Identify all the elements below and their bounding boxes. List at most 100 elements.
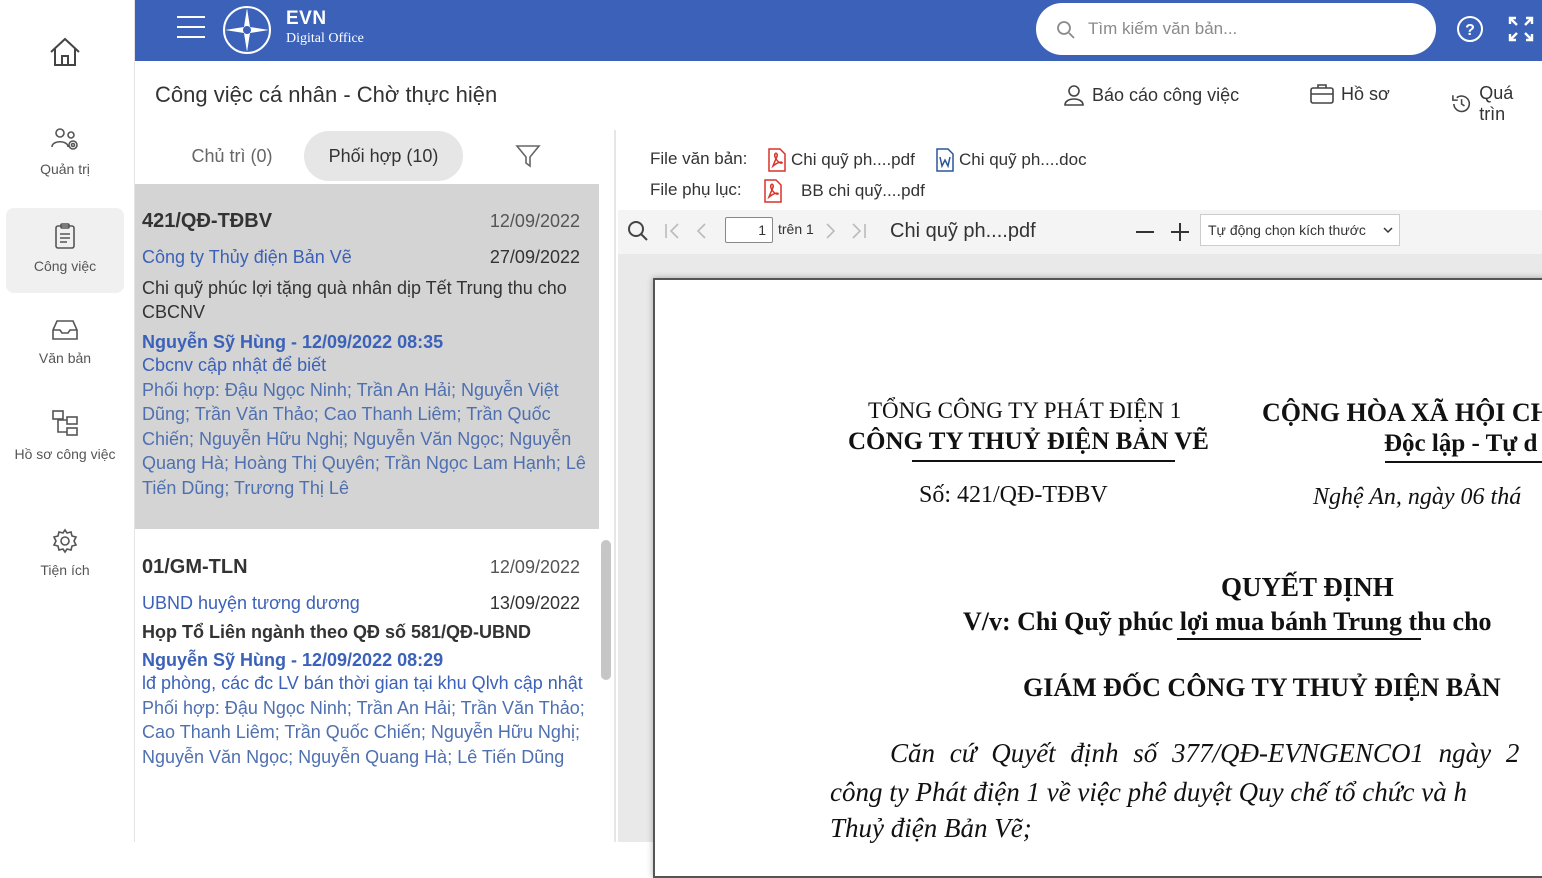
file-link-pdf[interactable]: Chi quỹ ph....pdf [767, 148, 915, 172]
pdf-icon [768, 148, 786, 172]
rail-label-admin: Quản trị [40, 161, 90, 177]
history-label: Quá trìn [1479, 83, 1514, 124]
doc-authority: GIÁM ĐỐC CÔNG TY THUỶ ĐIỆN BẢN [1023, 673, 1501, 702]
doc-type: QUYẾT ĐỊNH [1221, 572, 1394, 602]
doc-underline [1177, 638, 1421, 640]
history-button[interactable]: Quá trìn [1450, 83, 1542, 125]
task-due-date: 13/09/2022 [489, 593, 580, 613]
task-due-date: 27/09/2022 [489, 247, 580, 267]
zoom-out-icon[interactable] [1135, 222, 1155, 242]
task-coordinators: Phối hợp: Đậu Ngọc Ninh; Trần An Hải; Tr… [142, 697, 585, 767]
search-box[interactable] [1036, 3, 1436, 55]
next-page-icon[interactable] [824, 223, 836, 239]
page-number-input[interactable]: 1 [725, 217, 773, 243]
report-label: Báo cáo công việc [1092, 84, 1240, 105]
rail-label-documents: Văn bản [38, 350, 92, 366]
brand-title: EVN [286, 8, 327, 29]
file-link-attachment[interactable]: BB chi quỹ....pdf [763, 179, 925, 203]
task-date: 12/09/2022 [489, 557, 580, 577]
clipboard-icon [55, 223, 75, 249]
file-name: Chi quỹ ph....doc [959, 150, 1087, 169]
doc-number: Số: 421/QĐ-TĐBV [919, 482, 1108, 508]
viewer-doc-name: Chi quỹ ph....pdf [890, 220, 1036, 242]
rail-item-work-files[interactable]: Hồ sơ công việc [6, 408, 124, 488]
file-link-doc[interactable]: Chi quỹ ph....doc [935, 148, 1087, 172]
users-gear-icon [51, 128, 78, 150]
search-input[interactable] [1088, 15, 1408, 43]
briefcase-icon [1310, 84, 1334, 104]
word-icon [936, 148, 954, 172]
rail-item-documents[interactable]: Văn bản [6, 318, 124, 378]
task-coordinators: Phối hợp: Đậu Ngọc Ninh; Trần An Hải; Ng… [142, 379, 586, 498]
brand-subtitle: Digital Office [286, 31, 364, 46]
rail-item-admin[interactable]: Quản trị [6, 125, 124, 195]
profile-button[interactable]: Hồ sơ [1309, 83, 1390, 105]
history-icon [1452, 95, 1471, 113]
home-icon[interactable] [45, 32, 85, 72]
search-icon [1057, 21, 1075, 39]
doc-motto: Độc lập - Tự d [1384, 430, 1538, 457]
pdf-toolbar: 1 trên 1 Chi quỹ ph....pdf Tự động chọn … [618, 210, 1542, 254]
top-header: EVN Digital Office ? [135, 0, 1542, 61]
rail-label-tasks: Công việc [33, 258, 97, 274]
profile-label: Hồ sơ [1341, 83, 1390, 104]
task-date: 12/09/2022 [489, 211, 580, 231]
pdf-icon [764, 179, 782, 203]
folder-tree-icon [52, 410, 78, 436]
doc-body-line: công ty Phát điện 1 về việc phê duyệt Qu… [830, 777, 1467, 807]
gear-icon [52, 528, 78, 554]
evn-logo [223, 6, 271, 54]
zoom-in-icon[interactable] [1170, 222, 1190, 242]
rail-label-work-files: Hồ sơ công việc [14, 446, 116, 462]
rail-label-utilities: Tiện ích [40, 562, 90, 578]
tab-lead[interactable]: Chủ trì (0) [163, 131, 301, 181]
task-subject: Họp Tổ Liên ngành theo QĐ số 581/QĐ-UBND [142, 622, 532, 642]
menu-icon[interactable] [177, 16, 205, 40]
filter-icon[interactable] [515, 143, 541, 169]
zoom-value: Tự động chọn kích thước [1208, 222, 1366, 238]
task-org: UBND huyện tương dương [142, 593, 360, 613]
fullscreen-icon[interactable] [1508, 16, 1534, 42]
pdf-page: TỔNG CÔNG TY PHÁT ĐIỆN 1 CÔNG TY THUỶ ĐI… [653, 278, 1542, 878]
task-note: lđ phòng, các đc LV bán thời gian tại kh… [142, 673, 583, 693]
task-note: Cbcnv cập nhật để biết [142, 355, 327, 375]
file-name: BB chi quỹ....pdf [801, 181, 925, 200]
task-card[interactable]: 01/GM-TLN 12/09/2022 UBND huyện tương dư… [135, 530, 599, 842]
task-number: 421/QĐ-TĐBV [142, 210, 273, 232]
first-page-icon[interactable] [664, 223, 682, 239]
doc-subject: V/v: Chi Quỹ phúc lợi mua bánh Trung thu… [963, 607, 1492, 636]
tab-coordinate[interactable]: Phối hợp (10) [304, 131, 463, 181]
zoom-select[interactable]: Tự động chọn kích thước [1200, 214, 1400, 246]
prev-page-icon[interactable] [696, 223, 708, 239]
left-rail: Quản trị Công việc Văn bản Hồ sơ công vi… [0, 0, 135, 842]
last-page-icon[interactable] [849, 223, 867, 239]
doc-body-line: Thuỷ điện Bản Vẽ; [830, 813, 1032, 843]
task-card[interactable]: 421/QĐ-TĐBV 12/09/2022 Công ty Thủy điện… [135, 184, 599, 529]
main-file-label: File văn bản: [650, 149, 748, 168]
doc-org: CÔNG TY THUỶ ĐIỆN BẢN VẼ [848, 428, 1209, 455]
search-icon[interactable] [627, 220, 649, 242]
list-scrollbar[interactable] [601, 540, 611, 680]
doc-place-date: Nghệ An, ngày 06 thá [1313, 484, 1522, 510]
doc-nation: CỘNG HÒA XÃ HỘI CH [1262, 398, 1542, 427]
panel-splitter[interactable] [614, 130, 616, 842]
rail-item-tasks[interactable]: Công việc [6, 208, 124, 293]
file-name: Chi quỹ ph....pdf [791, 150, 915, 169]
task-author: Nguyễn Sỹ Hùng - 12/09/2022 08:35 [142, 332, 444, 352]
doc-underline [1385, 461, 1542, 463]
task-author: Nguyễn Sỹ Hùng - 12/09/2022 08:29 [142, 650, 444, 670]
doc-org-parent: TỔNG CÔNG TY PHÁT ĐIỆN 1 [868, 398, 1182, 423]
user-icon [1064, 85, 1084, 106]
task-number: 01/GM-TLN [142, 556, 248, 578]
task-org: Công ty Thủy điện Bản Vẽ [142, 247, 352, 267]
help-icon[interactable]: ? [1456, 15, 1484, 43]
attach-file-label: File phụ lục: [650, 180, 742, 199]
doc-underline [912, 460, 1175, 462]
page-count: trên 1 [778, 221, 814, 237]
brand: EVN Digital Office [286, 8, 364, 47]
doc-body-line: Căn cứ Quyết định số 377/QĐ-EVNGENCO1 ng… [890, 738, 1520, 768]
task-subject: Chi quỹ phúc lợi tặng quà nhân dịp Tết T… [142, 278, 567, 322]
report-button[interactable]: Báo cáo công việc [1062, 83, 1239, 107]
chevron-down-icon [1383, 227, 1393, 234]
rail-item-utilities[interactable]: Tiện ích [6, 528, 124, 588]
